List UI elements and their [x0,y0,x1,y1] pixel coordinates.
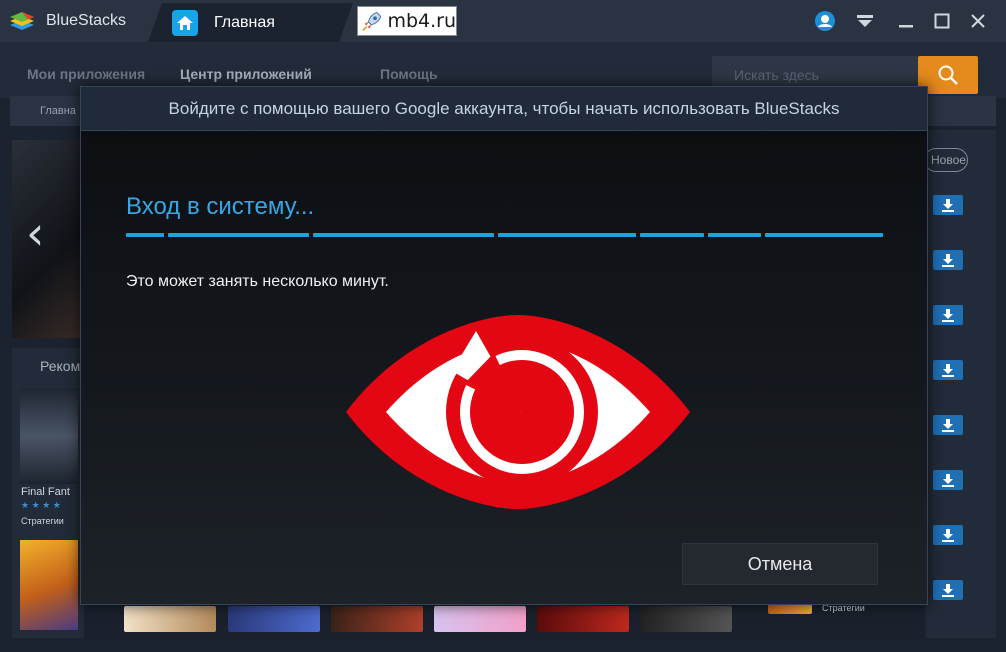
featured-banner[interactable] [12,140,84,338]
download-icon [942,474,954,487]
download-button[interactable] [933,525,963,545]
subnav-home-label[interactable]: Главна [40,105,76,117]
dialog-header-text: Войдите с помощью вашего Google аккаунта… [168,98,840,118]
game-category: Стратегии [21,516,64,526]
account-icon[interactable] [812,8,838,34]
maximize-icon[interactable] [929,8,955,34]
tab-home[interactable]: Главная [148,3,353,42]
game-thumbnail[interactable] [331,606,423,632]
progress-segment [708,233,761,237]
login-title: Вход в систему... [126,193,315,220]
nav-my-apps[interactable]: Мои приложения [27,66,145,82]
minimize-icon[interactable] [893,8,919,34]
download-button[interactable] [933,580,963,600]
section-title: Реком [40,358,81,374]
cancel-button-label: Отмена [747,553,813,574]
watermark: mb4.ru [357,6,457,36]
download-button[interactable] [933,415,963,435]
game-thumbnail[interactable] [640,606,732,632]
download-button[interactable] [933,250,963,270]
progress-segment [640,233,704,237]
download-icon [942,309,954,322]
login-description: Это может занять несколько минут. [126,273,389,290]
game-thumbnail[interactable] [20,388,78,484]
game-thumbnail[interactable] [434,606,526,632]
game-rating: ★ ★ ★ ★ [21,500,61,510]
download-button[interactable] [933,470,963,490]
tab-home-label: Главная [214,13,275,31]
app-name: BlueStacks [46,12,127,29]
new-badge-label: Новое [931,153,966,167]
download-icon [942,529,954,542]
progress-segment [498,233,636,237]
download-button[interactable] [933,195,963,215]
progress-segment [313,233,494,237]
chevron-left-icon[interactable]: ‹ [26,206,44,260]
download-icon [942,199,954,212]
cancel-button[interactable]: Отмена [682,543,878,585]
download-button[interactable] [933,360,963,380]
game-thumbnail[interactable] [124,606,216,632]
nav-help[interactable]: Помощь [380,66,438,82]
download-icon [942,254,954,267]
recommended-panel: Реком Final Fant ★ ★ ★ ★ Стратегии [12,348,84,638]
search-icon [938,65,958,85]
nav-app-center[interactable]: Центр приложений [180,66,312,82]
close-icon[interactable] [965,8,991,34]
bluestacks-logo-icon [10,12,34,30]
title-bar: BlueStacks Главная mb4.ru [0,0,1006,42]
progress-segment [765,233,883,237]
game-thumbnail[interactable] [228,606,320,632]
download-button[interactable] [933,305,963,325]
progress-segment [126,233,164,237]
rocket-icon [362,12,382,32]
home-icon [172,10,198,36]
eye-logo-icon [346,315,690,509]
game-thumbnail[interactable] [537,606,629,632]
download-icon [942,584,954,597]
game-name[interactable]: Final Fant [21,486,70,498]
game-thumbnail[interactable] [20,540,78,630]
download-icon [942,364,954,377]
new-badge[interactable]: Новое [924,148,968,172]
dialog-header: Войдите с помощью вашего Google аккаунта… [81,87,927,131]
download-icon [942,419,954,432]
google-login-dialog: Войдите с помощью вашего Google аккаунта… [80,86,928,605]
search-placeholder: Искать здесь [734,67,819,83]
watermark-text: mb4.ru [387,10,456,32]
app-brand: BlueStacks [0,0,160,42]
progress-segment [168,233,309,237]
chevron-down-icon[interactable] [852,8,878,34]
